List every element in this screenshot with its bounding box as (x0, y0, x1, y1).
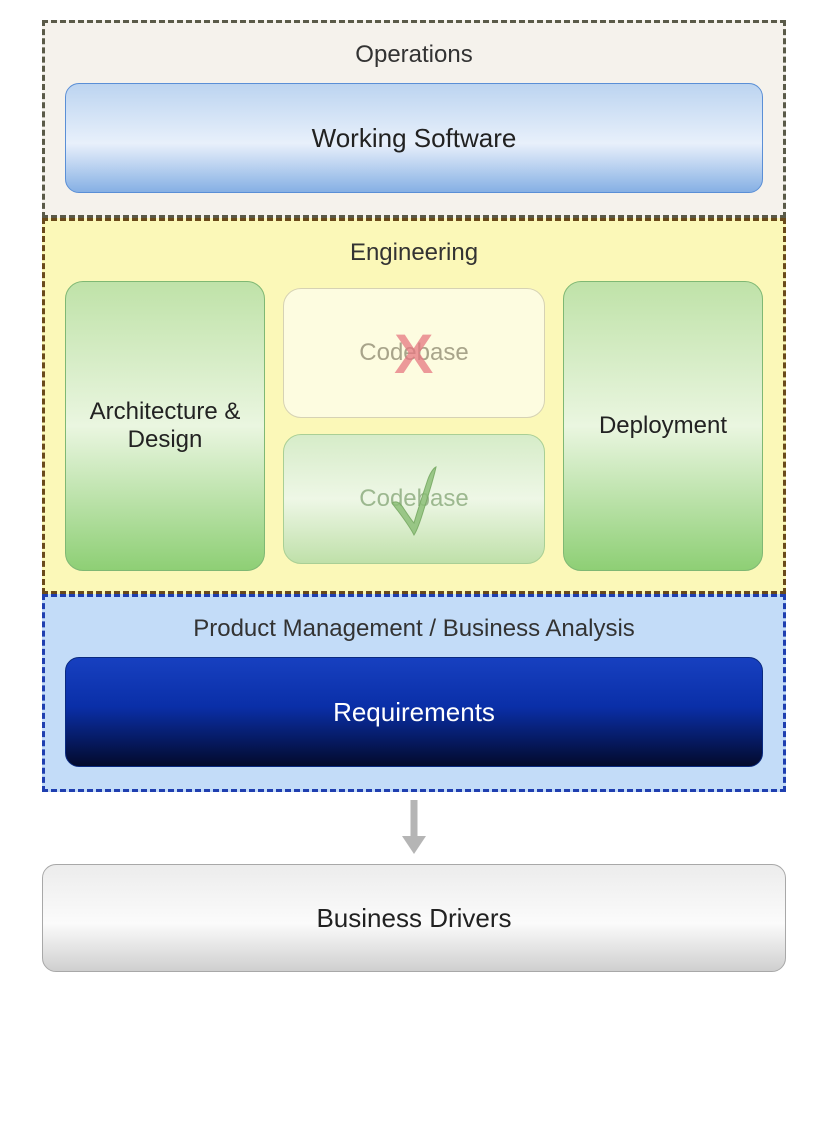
arrow-down-icon (394, 798, 434, 858)
operations-section: Operations Working Software (42, 20, 786, 218)
operations-title: Operations (65, 41, 763, 69)
deployment-label: Deployment (599, 412, 727, 440)
requirements-label: Requirements (333, 697, 495, 728)
working-software-box: Working Software (65, 83, 763, 193)
business-drivers-box: Business Drivers (42, 864, 786, 972)
engineering-title: Engineering (65, 239, 763, 267)
engineering-row: Architecture & Design Codebase X Codebas… (65, 281, 763, 571)
codebase-column: Codebase X Codebase (283, 281, 545, 571)
product-management-title: Product Management / Business Analysis (65, 615, 763, 643)
codebase-fail-box: Codebase X (283, 288, 545, 418)
business-drivers-label: Business Drivers (316, 903, 511, 934)
deployment-box: Deployment (563, 281, 763, 571)
diagram-container: Operations Working Software Engineering … (42, 20, 786, 972)
requirements-box: Requirements (65, 657, 763, 767)
arrow-down (42, 798, 786, 858)
engineering-section: Engineering Architecture & Design Codeba… (42, 218, 786, 594)
codebase-pass-label: Codebase (359, 485, 468, 513)
product-management-section: Product Management / Business Analysis R… (42, 594, 786, 792)
architecture-design-label: Architecture & Design (76, 398, 254, 454)
codebase-pass-box: Codebase (283, 434, 545, 564)
working-software-label: Working Software (312, 123, 517, 154)
codebase-fail-label: Codebase (359, 339, 468, 367)
architecture-design-box: Architecture & Design (65, 281, 265, 571)
